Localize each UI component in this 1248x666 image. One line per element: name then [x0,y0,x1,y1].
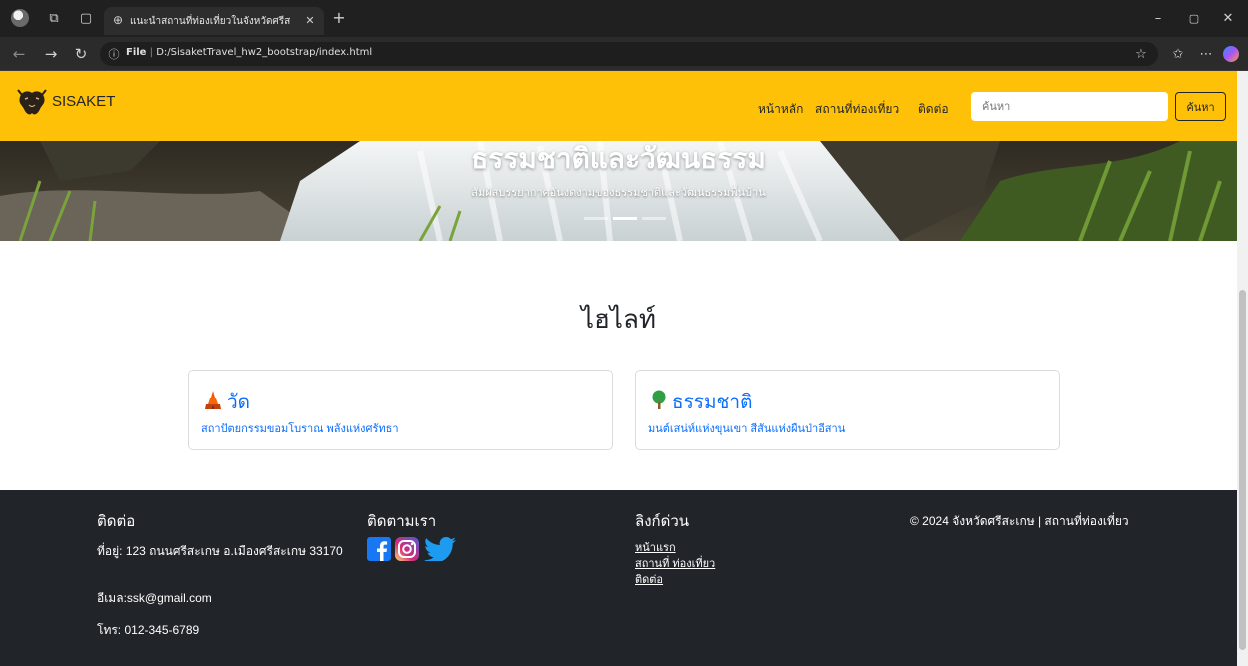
profile-avatar[interactable] [11,9,29,27]
nav-link-contact[interactable]: ติดต่อ [918,100,949,119]
section-title: ไฮไลท์ [580,304,657,334]
browser-tab-bar: ⧉ ▢ ⊕ แนะนำสถานที่ท่องเที่ยวในจังหวัดศรี… [0,0,1248,37]
favorites-icon[interactable]: ✩ [1170,46,1186,62]
card-text[interactable]: สถาปัตยกรรมขอมโบราณ พลังแห่งศรัทธา [201,419,399,437]
close-window-icon[interactable]: ✕ [1220,10,1236,26]
page-viewport: SISAKET หน้าหลัก สถานที่ท่องเที่ยว ติดต่… [0,71,1237,666]
navbar: SISAKET หน้าหลัก สถานที่ท่องเที่ยว ติดต่… [0,71,1237,141]
info-icon: ⓘ [108,47,120,61]
address-prefix: File [126,47,147,58]
nav-link-attractions[interactable]: สถานที่ท่องเที่ยว [815,100,899,119]
footer-address: ที่อยู่: 123 ถนนศรีสะเกษ อ.เมืองศรีสะเกษ… [97,544,343,558]
reload-icon[interactable]: ↻ [72,45,90,63]
brand-logo-icon[interactable] [16,87,48,119]
card-title[interactable]: วัด [203,387,250,417]
highlight-card-nature[interactable]: ธรรมชาติ มนต์เสน่ห์แห่งขุนเขา สีสันแห่งผ… [635,370,1060,450]
tab-title: แนะนำสถานที่ท่องเที่ยวในจังหวัดศรีสะเกษ [130,16,290,27]
copilot-icon[interactable] [1223,46,1239,62]
back-icon[interactable]: ← [10,45,28,63]
temple-icon [205,391,221,409]
carousel-indicator[interactable] [642,217,666,220]
browser-tab[interactable]: ⊕ แนะนำสถานที่ท่องเที่ยวในจังหวัดศรีสะเก… [104,7,324,35]
card-title[interactable]: ธรรมชาติ [650,387,752,417]
brand-name[interactable]: SISAKET [52,93,115,110]
new-tab-icon[interactable]: + [330,9,348,27]
search-button[interactable]: ค้นหา [1175,92,1226,121]
hero-carousel: ธรรมชาติและวัฒนธรรม สัมผัสบรรยากาศอันงดง… [0,141,1237,241]
footer-email: อีเมล:ssk@gmail.com [97,591,212,605]
footer-contact-heading: ติดต่อ [97,513,136,530]
restore-icon[interactable]: ▢ [1186,10,1202,26]
address-bar[interactable]: ⓘ File | D:/SisaketTravel_hw2_bootstrap/… [100,42,1158,66]
browser-toolbar: ← → ↻ ⓘ File | D:/SisaketTravel_hw2_boot… [0,37,1248,71]
twitter-icon[interactable] [423,537,457,561]
footer-copyright: © 2024 จังหวัดศรีสะเกษ | สถานที่ท่องเที่… [910,514,1129,528]
highlights-section: ไฮไลท์ วัด สถาปัตยกรรมขอมโบราณ พลังแห่งศ… [0,241,1237,490]
tab-actions-icon[interactable]: ▢ [78,10,94,26]
card-title-text: วัด [227,392,251,413]
card-title-text: ธรรมชาติ [672,392,753,413]
forward-icon[interactable]: → [42,45,60,63]
address-url: D:/SisaketTravel_hw2_bootstrap/index.htm… [156,47,373,58]
carousel-indicator-active[interactable] [613,217,637,220]
footer-quicklinks-heading: ลิงก์ด่วน [635,513,690,530]
footer-follow-heading: ติดตามเรา [367,513,437,530]
footer-link-contact[interactable]: ติดต่อ [635,570,663,588]
footer: ติดต่อ ที่อยู่: 123 ถนนศรีสะเกษ อ.เมืองศ… [0,490,1237,666]
minimize-icon[interactable]: – [1150,10,1166,26]
nav-link-home[interactable]: หน้าหลัก [758,100,803,119]
tree-icon [652,390,666,409]
workspaces-icon[interactable]: ⧉ [46,10,62,26]
facebook-icon[interactable] [367,537,391,561]
footer-phone: โทร: 012-345-6789 [97,623,200,637]
card-text[interactable]: มนต์เสน่ห์แห่งขุนเขา สีสันแห่งผืนป่าอีสา… [648,419,845,437]
globe-icon: ⊕ [112,13,124,27]
more-icon[interactable]: ⋯ [1198,46,1214,62]
highlight-card-temple[interactable]: วัด สถาปัตยกรรมขอมโบราณ พลังแห่งศรัทธา [188,370,613,450]
hero-title: ธรรมชาติและวัฒนธรรม [471,143,766,174]
close-tab-icon[interactable]: ✕ [304,14,316,26]
scrollbar-thumb[interactable] [1239,290,1246,650]
address-text: File | D:/SisaketTravel_hw2_bootstrap/in… [126,47,373,58]
carousel-indicator[interactable] [584,217,608,220]
search-input[interactable] [971,92,1168,121]
favorite-star-icon[interactable]: ☆ [1134,47,1148,61]
hero-subtitle: สัมผัสบรรยากาศอันงดงามของธรรมชาติและวัฒน… [471,187,766,199]
instagram-icon[interactable] [395,537,419,561]
